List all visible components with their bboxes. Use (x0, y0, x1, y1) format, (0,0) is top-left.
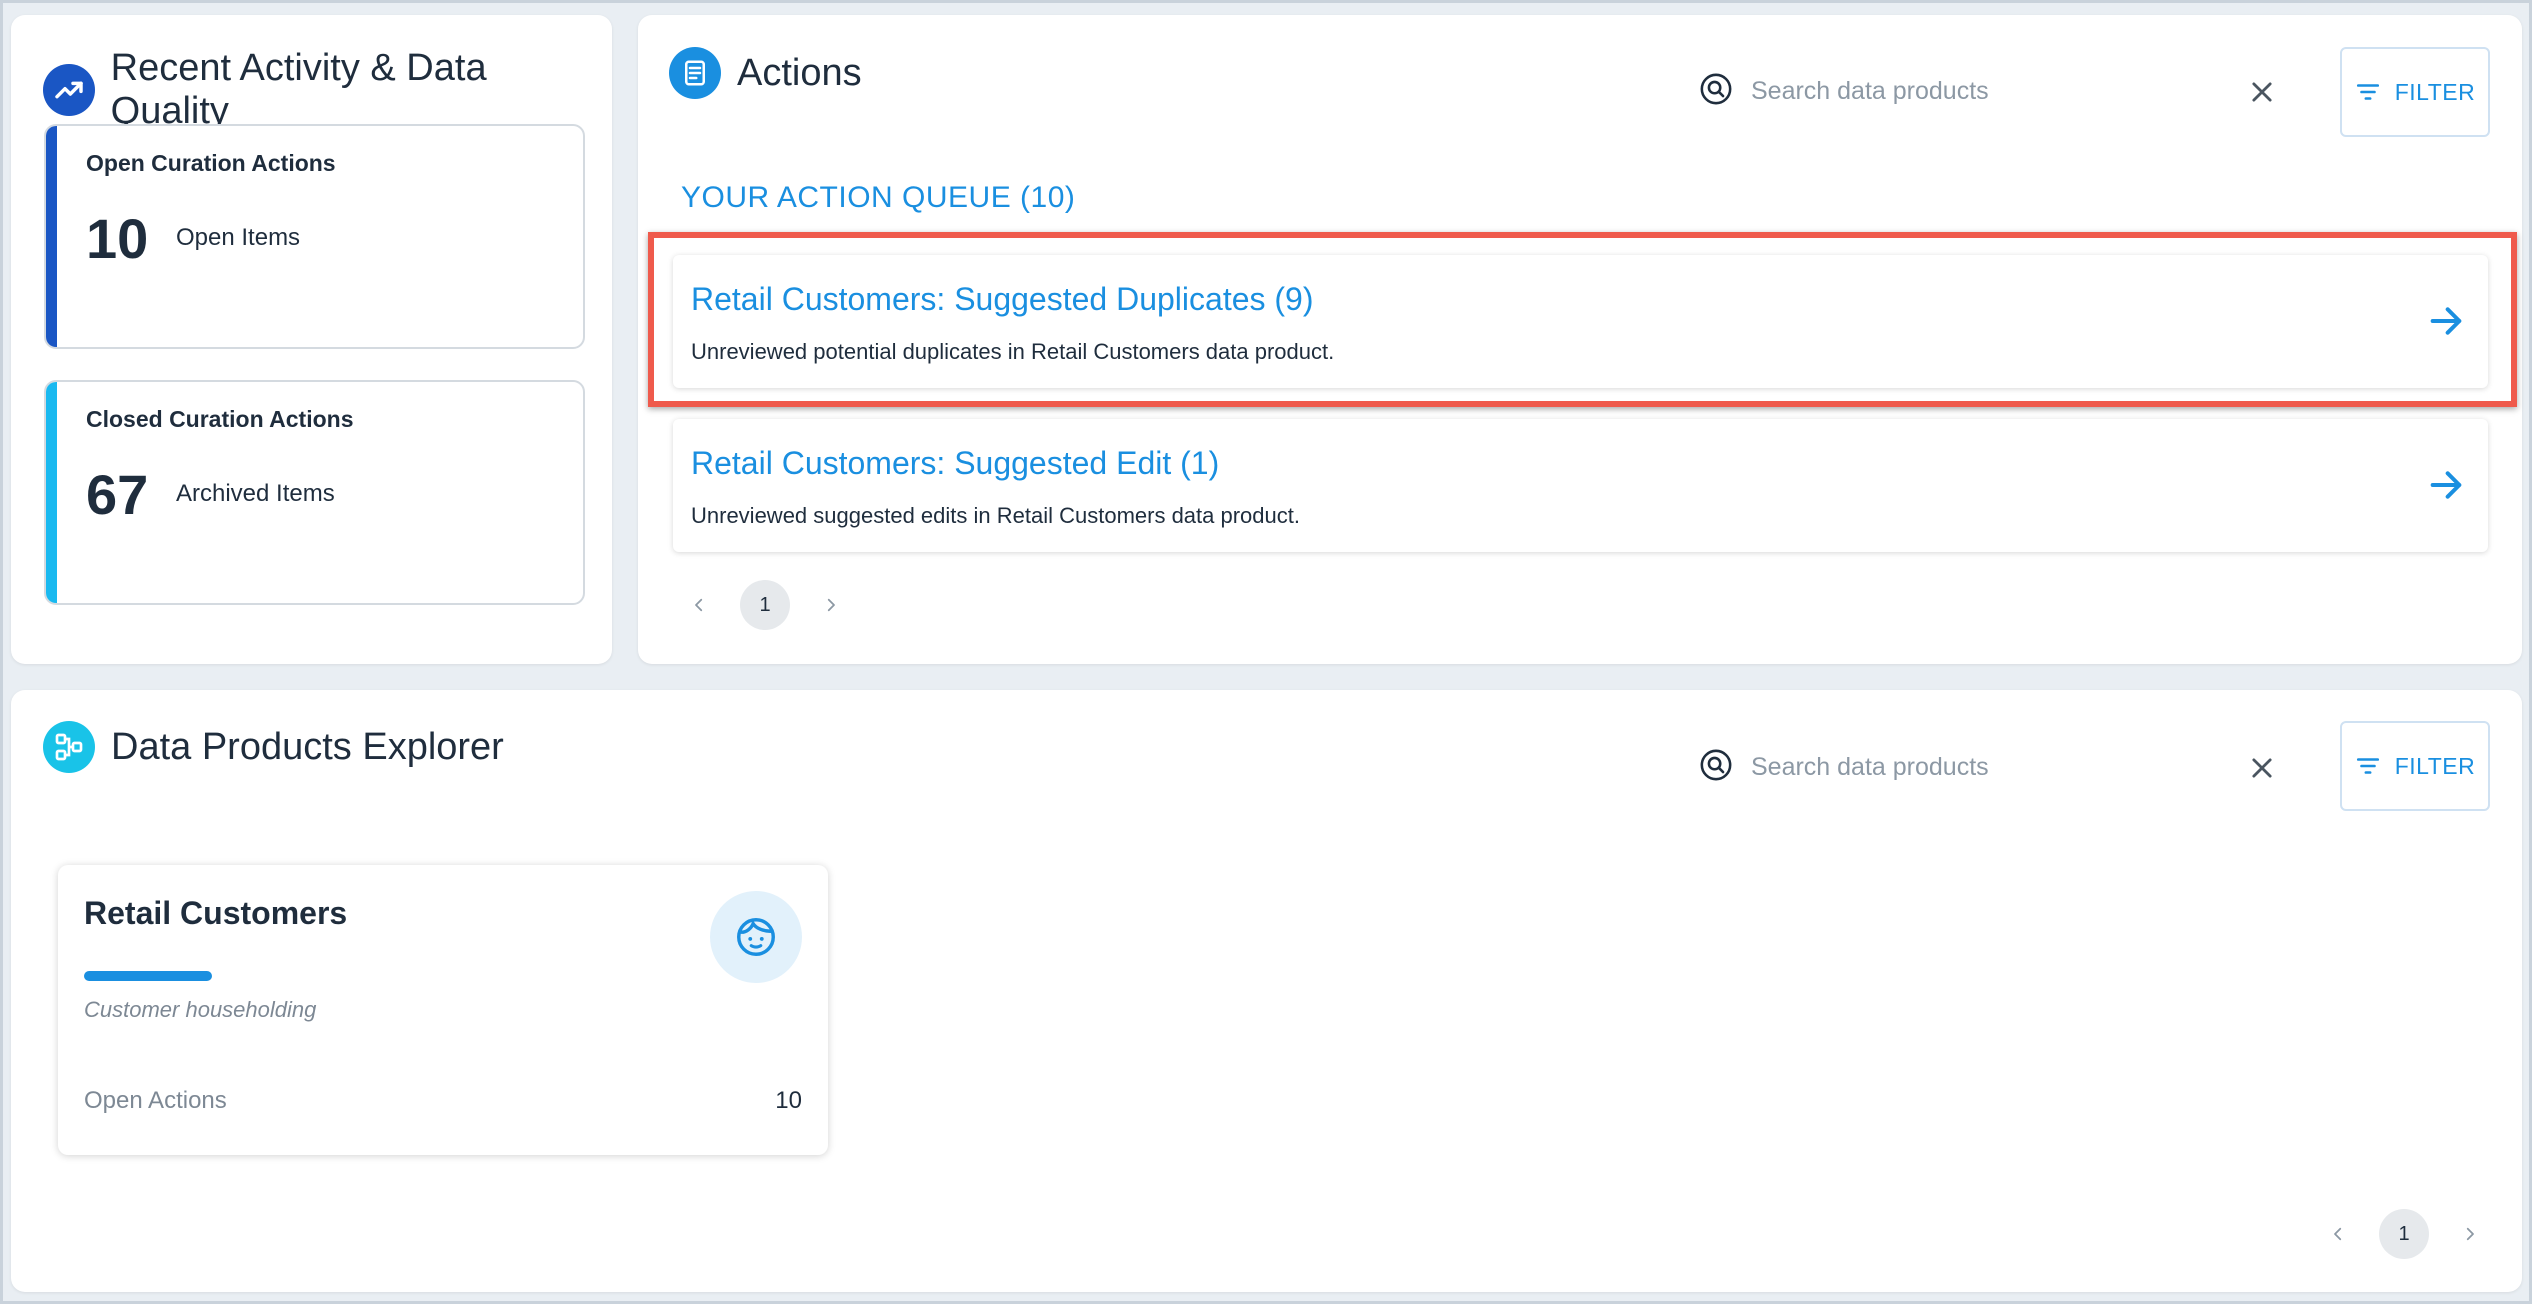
pagination-prev-button[interactable] (2323, 1219, 2353, 1249)
closed-curation-accent (46, 382, 57, 603)
recent-activity-header: Recent Activity & Data Quality (43, 47, 612, 133)
recent-activity-title: Recent Activity & Data Quality (110, 47, 487, 132)
pagination-next-button[interactable] (816, 590, 846, 620)
search-icon (1699, 72, 1733, 111)
action-item-suggested-duplicates[interactable]: Retail Customers: Suggested Duplicates (… (673, 255, 2488, 388)
closed-curation-count: 67 (86, 463, 149, 526)
filter-icon (2356, 84, 2379, 100)
chevron-left-icon (695, 598, 703, 612)
open-curation-unit: Open Items (176, 224, 301, 251)
open-curation-accent (46, 126, 57, 347)
product-open-actions-count: 10 (775, 1087, 802, 1114)
chevron-right-icon (827, 598, 835, 612)
product-name: Retail Customers (84, 895, 348, 931)
product-subtitle: Customer householding (84, 997, 317, 1022)
customer-face-icon (710, 891, 802, 983)
explorer-search-clear-button[interactable] (2242, 748, 2282, 788)
product-card-retail-customers[interactable]: Retail Customers Customer householding O… (58, 865, 828, 1155)
closed-curation-card[interactable]: Closed Curation Actions 67 Archived Item… (44, 380, 585, 605)
pagination-prev-button[interactable] (684, 590, 714, 620)
open-curation-card[interactable]: Open Curation Actions 10 Open Items (44, 124, 585, 349)
action-item-title: Retail Customers: Suggested Edit (1) (691, 445, 1220, 481)
action-item-suggested-edit[interactable]: Retail Customers: Suggested Edit (1) Unr… (673, 419, 2488, 552)
closed-curation-label: Closed Curation Actions (86, 406, 354, 432)
chevron-right-icon (2466, 1227, 2474, 1241)
closed-curation-unit: Archived Items (176, 480, 335, 507)
actions-title: Actions (737, 51, 862, 94)
actions-header: Actions (669, 47, 862, 99)
document-icon (669, 47, 721, 99)
open-curation-count: 10 (86, 207, 149, 270)
explorer-filter-button[interactable]: FILTER (2340, 721, 2490, 811)
open-curation-label: Open Curation Actions (86, 150, 336, 176)
actions-filter-button[interactable]: FILTER (2340, 47, 2490, 137)
actions-search (1699, 72, 2193, 111)
pagination-page-1[interactable]: 1 (2379, 1209, 2429, 1259)
pagination-page-1[interactable]: 1 (740, 580, 790, 630)
pagination-next-button[interactable] (2455, 1219, 2485, 1249)
search-icon (1699, 748, 1733, 787)
arrow-right-icon[interactable] (2426, 465, 2466, 505)
close-icon (2252, 82, 2272, 102)
arrow-right-icon[interactable] (2426, 301, 2466, 341)
actions-filter-label: FILTER (2394, 78, 2476, 105)
explorer-filter-label: FILTER (2394, 752, 2476, 779)
explorer-pagination: 1 (2323, 1209, 2485, 1259)
recent-activity-panel: Recent Activity & Data Quality Open Cura… (11, 15, 612, 664)
explorer-search (1699, 748, 2193, 787)
explorer-search-input[interactable] (1749, 752, 2193, 783)
actions-pagination: 1 (684, 580, 846, 630)
chevron-left-icon (2334, 1227, 2342, 1241)
action-item-description: Unreviewed suggested edits in Retail Cus… (691, 503, 1300, 528)
explorer-title: Data Products Explorer (111, 725, 504, 768)
actions-search-input[interactable] (1749, 76, 2193, 107)
product-open-actions-label: Open Actions (84, 1087, 227, 1114)
action-item-title: Retail Customers: Suggested Duplicates (… (691, 281, 1314, 317)
hierarchy-icon (43, 721, 95, 773)
product-accent-bar (84, 971, 212, 981)
explorer-header: Data Products Explorer (43, 721, 504, 773)
action-queue-heading: YOUR ACTION QUEUE (10) (681, 181, 1076, 214)
actions-search-clear-button[interactable] (2242, 72, 2282, 112)
trend-icon (43, 64, 95, 116)
action-item-description: Unreviewed potential duplicates in Retai… (691, 339, 1335, 364)
filter-icon (2356, 758, 2379, 774)
close-icon (2252, 758, 2272, 778)
